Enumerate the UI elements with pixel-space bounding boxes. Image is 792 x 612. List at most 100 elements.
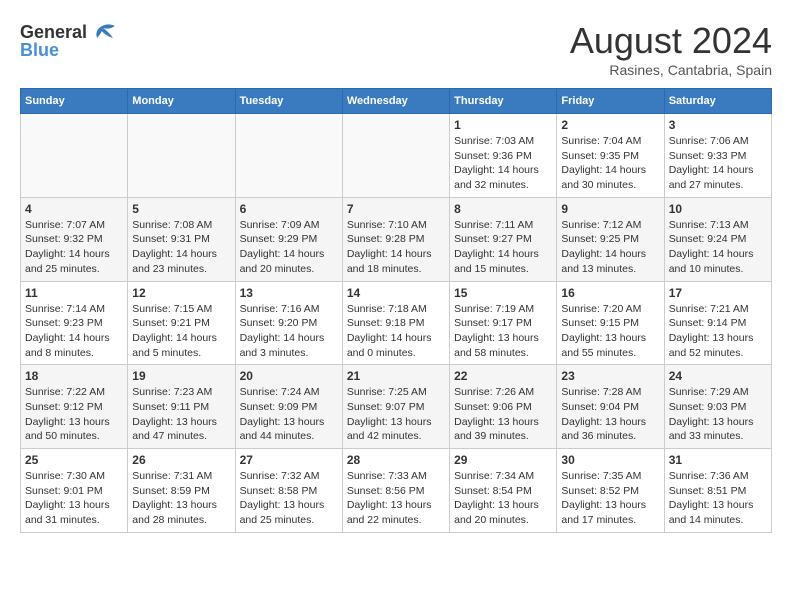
day-number: 8: [454, 202, 552, 216]
weekday-header-tuesday: Tuesday: [235, 89, 342, 114]
day-info: Sunrise: 7:23 AM Sunset: 9:11 PM Dayligh…: [132, 385, 230, 444]
day-number: 12: [132, 286, 230, 300]
day-number: 28: [347, 453, 445, 467]
weekday-header-saturday: Saturday: [664, 89, 771, 114]
calendar-cell: 18 Sunrise: 7:22 AM Sunset: 9:12 PM Dayli…: [21, 365, 128, 449]
calendar-cell: 4 Sunrise: 7:07 AM Sunset: 9:32 PM Daylig…: [21, 197, 128, 281]
weekday-header-sunday: Sunday: [21, 89, 128, 114]
day-number: 15: [454, 286, 552, 300]
day-number: 11: [25, 286, 123, 300]
day-info: Sunrise: 7:09 AM Sunset: 9:29 PM Dayligh…: [240, 218, 338, 277]
day-info: Sunrise: 7:07 AM Sunset: 9:32 PM Dayligh…: [25, 218, 123, 277]
calendar-cell: 14 Sunrise: 7:18 AM Sunset: 9:18 PM Dayli…: [342, 281, 449, 365]
day-info: Sunrise: 7:35 AM Sunset: 8:52 PM Dayligh…: [561, 469, 659, 528]
day-number: 25: [25, 453, 123, 467]
day-number: 1: [454, 118, 552, 132]
calendar-week-row: 1 Sunrise: 7:03 AM Sunset: 9:36 PM Daylig…: [21, 114, 772, 198]
day-number: 22: [454, 369, 552, 383]
calendar-cell: 22 Sunrise: 7:26 AM Sunset: 9:06 PM Dayli…: [450, 365, 557, 449]
calendar-cell: 25 Sunrise: 7:30 AM Sunset: 9:01 PM Dayli…: [21, 449, 128, 533]
calendar-cell: 8 Sunrise: 7:11 AM Sunset: 9:27 PM Daylig…: [450, 197, 557, 281]
header: General Blue August 2024 Rasines, Cantab…: [20, 20, 772, 78]
calendar-cell: 28 Sunrise: 7:33 AM Sunset: 8:56 PM Dayli…: [342, 449, 449, 533]
day-info: Sunrise: 7:28 AM Sunset: 9:04 PM Dayligh…: [561, 385, 659, 444]
day-number: 10: [669, 202, 767, 216]
day-number: 29: [454, 453, 552, 467]
day-number: 31: [669, 453, 767, 467]
calendar-cell: 29 Sunrise: 7:34 AM Sunset: 8:54 PM Dayli…: [450, 449, 557, 533]
calendar-cell: 17Sunrise: 7:21 AM Sunset: 9:14 PM Dayli…: [664, 281, 771, 365]
day-number: 3: [669, 118, 767, 132]
day-info: Sunrise: 7:10 AM Sunset: 9:28 PM Dayligh…: [347, 218, 445, 277]
calendar-cell: 31Sunrise: 7:36 AM Sunset: 8:51 PM Dayli…: [664, 449, 771, 533]
calendar-cell: [235, 114, 342, 198]
day-number: 4: [25, 202, 123, 216]
day-number: 6: [240, 202, 338, 216]
weekday-header-thursday: Thursday: [450, 89, 557, 114]
day-info: Sunrise: 7:14 AM Sunset: 9:23 PM Dayligh…: [25, 302, 123, 361]
day-number: 23: [561, 369, 659, 383]
day-number: 14: [347, 286, 445, 300]
day-number: 17: [669, 286, 767, 300]
day-info: Sunrise: 7:26 AM Sunset: 9:06 PM Dayligh…: [454, 385, 552, 444]
day-info: Sunrise: 7:11 AM Sunset: 9:27 PM Dayligh…: [454, 218, 552, 277]
calendar-cell: 30 Sunrise: 7:35 AM Sunset: 8:52 PM Dayli…: [557, 449, 664, 533]
calendar-cell: 2 Sunrise: 7:04 AM Sunset: 9:35 PM Daylig…: [557, 114, 664, 198]
calendar-cell: 11 Sunrise: 7:14 AM Sunset: 9:23 PM Dayli…: [21, 281, 128, 365]
calendar-header-row: SundayMondayTuesdayWednesdayThursdayFrid…: [21, 89, 772, 114]
calendar-cell: 20Sunrise: 7:24 AM Sunset: 9:09 PM Dayli…: [235, 365, 342, 449]
day-info: Sunrise: 7:19 AM Sunset: 9:17 PM Dayligh…: [454, 302, 552, 361]
day-number: 30: [561, 453, 659, 467]
day-number: 26: [132, 453, 230, 467]
day-number: 19: [132, 369, 230, 383]
calendar-cell: 6 Sunrise: 7:09 AM Sunset: 9:29 PM Daylig…: [235, 197, 342, 281]
day-number: 18: [25, 369, 123, 383]
calendar-cell: 13 Sunrise: 7:16 AM Sunset: 9:20 PM Dayli…: [235, 281, 342, 365]
calendar-table: SundayMondayTuesdayWednesdayThursdayFrid…: [20, 88, 772, 533]
day-number: 13: [240, 286, 338, 300]
calendar-cell: 7 Sunrise: 7:10 AM Sunset: 9:28 PM Daylig…: [342, 197, 449, 281]
day-number: 27: [240, 453, 338, 467]
day-info: Sunrise: 7:29 AM Sunset: 9:03 PM Dayligh…: [669, 385, 767, 444]
day-info: Sunrise: 7:34 AM Sunset: 8:54 PM Dayligh…: [454, 469, 552, 528]
day-number: 20: [240, 369, 338, 383]
calendar-cell: 12 Sunrise: 7:15 AM Sunset: 9:21 PM Dayli…: [128, 281, 235, 365]
day-info: Sunrise: 7:16 AM Sunset: 9:20 PM Dayligh…: [240, 302, 338, 361]
day-info: Sunrise: 7:04 AM Sunset: 9:35 PM Dayligh…: [561, 134, 659, 193]
calendar-cell: 16 Sunrise: 7:20 AM Sunset: 9:15 PM Dayli…: [557, 281, 664, 365]
location-subtitle: Rasines, Cantabria, Spain: [570, 62, 772, 78]
day-info: Sunrise: 7:06 AM Sunset: 9:33 PM Dayligh…: [669, 134, 767, 193]
day-info: Sunrise: 7:32 AM Sunset: 8:58 PM Dayligh…: [240, 469, 338, 528]
day-number: 16: [561, 286, 659, 300]
calendar-cell: 9 Sunrise: 7:12 AM Sunset: 9:25 PM Daylig…: [557, 197, 664, 281]
calendar-cell: 26 Sunrise: 7:31 AM Sunset: 8:59 PM Dayli…: [128, 449, 235, 533]
day-info: Sunrise: 7:13 AM Sunset: 9:24 PM Dayligh…: [669, 218, 767, 277]
day-number: 7: [347, 202, 445, 216]
weekday-header-monday: Monday: [128, 89, 235, 114]
day-info: Sunrise: 7:33 AM Sunset: 8:56 PM Dayligh…: [347, 469, 445, 528]
calendar-week-row: 25 Sunrise: 7:30 AM Sunset: 9:01 PM Dayli…: [21, 449, 772, 533]
day-info: Sunrise: 7:12 AM Sunset: 9:25 PM Dayligh…: [561, 218, 659, 277]
calendar-cell: [21, 114, 128, 198]
day-number: 21: [347, 369, 445, 383]
day-info: Sunrise: 7:20 AM Sunset: 9:15 PM Dayligh…: [561, 302, 659, 361]
logo-blue: Blue: [20, 40, 59, 61]
day-info: Sunrise: 7:30 AM Sunset: 9:01 PM Dayligh…: [25, 469, 123, 528]
calendar-cell: 3 Sunrise: 7:06 AM Sunset: 9:33 PM Daylig…: [664, 114, 771, 198]
calendar-cell: 5Sunrise: 7:08 AM Sunset: 9:31 PM Daylig…: [128, 197, 235, 281]
calendar-week-row: 11 Sunrise: 7:14 AM Sunset: 9:23 PM Dayli…: [21, 281, 772, 365]
calendar-cell: 10 Sunrise: 7:13 AM Sunset: 9:24 PM Dayli…: [664, 197, 771, 281]
calendar-cell: 21Sunrise: 7:25 AM Sunset: 9:07 PM Dayli…: [342, 365, 449, 449]
calendar-cell: 27 Sunrise: 7:32 AM Sunset: 8:58 PM Dayli…: [235, 449, 342, 533]
day-info: Sunrise: 7:03 AM Sunset: 9:36 PM Dayligh…: [454, 134, 552, 193]
calendar-week-row: 4 Sunrise: 7:07 AM Sunset: 9:32 PM Daylig…: [21, 197, 772, 281]
month-year-title: August 2024: [570, 20, 772, 62]
day-info: Sunrise: 7:15 AM Sunset: 9:21 PM Dayligh…: [132, 302, 230, 361]
day-number: 9: [561, 202, 659, 216]
logo-bird-icon: [89, 20, 117, 44]
day-info: Sunrise: 7:31 AM Sunset: 8:59 PM Dayligh…: [132, 469, 230, 528]
day-number: 2: [561, 118, 659, 132]
day-info: Sunrise: 7:18 AM Sunset: 9:18 PM Dayligh…: [347, 302, 445, 361]
calendar-cell: 24Sunrise: 7:29 AM Sunset: 9:03 PM Dayli…: [664, 365, 771, 449]
day-info: Sunrise: 7:22 AM Sunset: 9:12 PM Dayligh…: [25, 385, 123, 444]
